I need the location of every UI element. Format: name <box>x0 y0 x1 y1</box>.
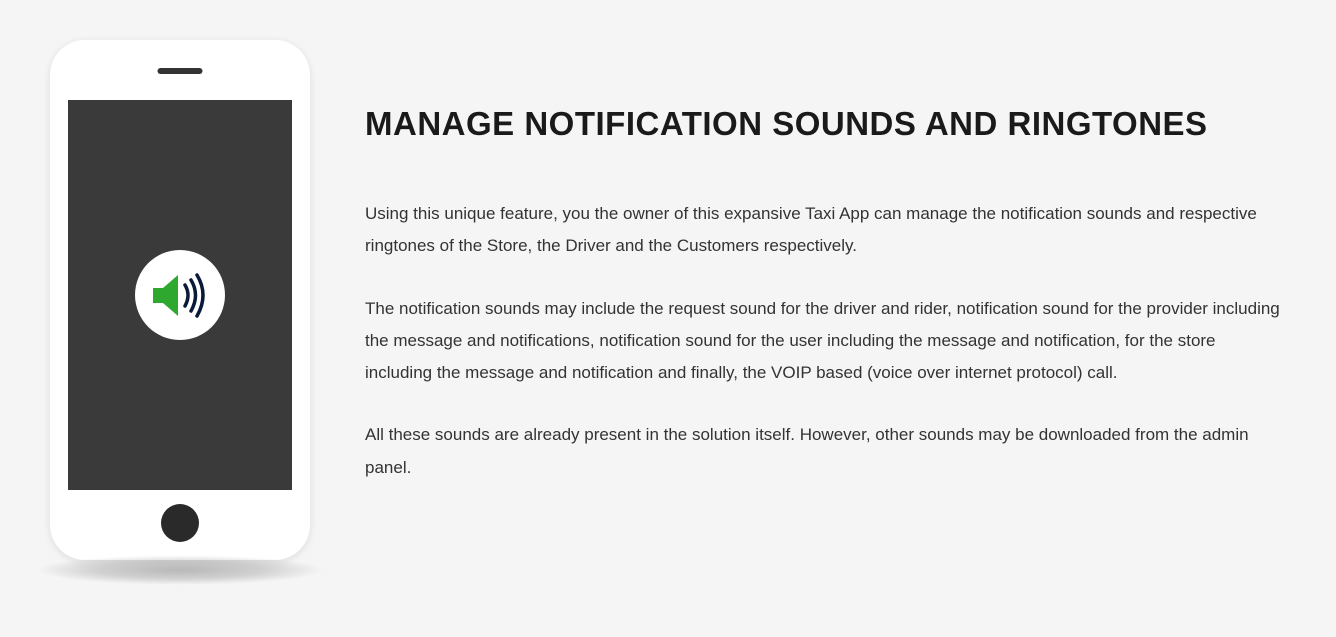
speaker-sound-icon <box>148 268 213 323</box>
content-section: MANAGE NOTIFICATION SOUNDS AND RINGTONES… <box>365 40 1286 514</box>
phone-shadow <box>35 555 325 585</box>
intro-paragraph: Using this unique feature, you the owner… <box>365 198 1286 263</box>
phone-home-button <box>161 504 199 542</box>
sound-icon-circle <box>135 250 225 340</box>
section-heading: MANAGE NOTIFICATION SOUNDS AND RINGTONES <box>365 105 1286 143</box>
closing-paragraph: All these sounds are already present in … <box>365 419 1286 484</box>
details-paragraph: The notification sounds may include the … <box>365 293 1286 390</box>
phone-frame <box>50 40 310 560</box>
main-container: MANAGE NOTIFICATION SOUNDS AND RINGTONES… <box>50 40 1286 560</box>
phone-illustration <box>50 40 310 560</box>
phone-speaker <box>158 68 203 74</box>
phone-screen <box>68 100 292 490</box>
